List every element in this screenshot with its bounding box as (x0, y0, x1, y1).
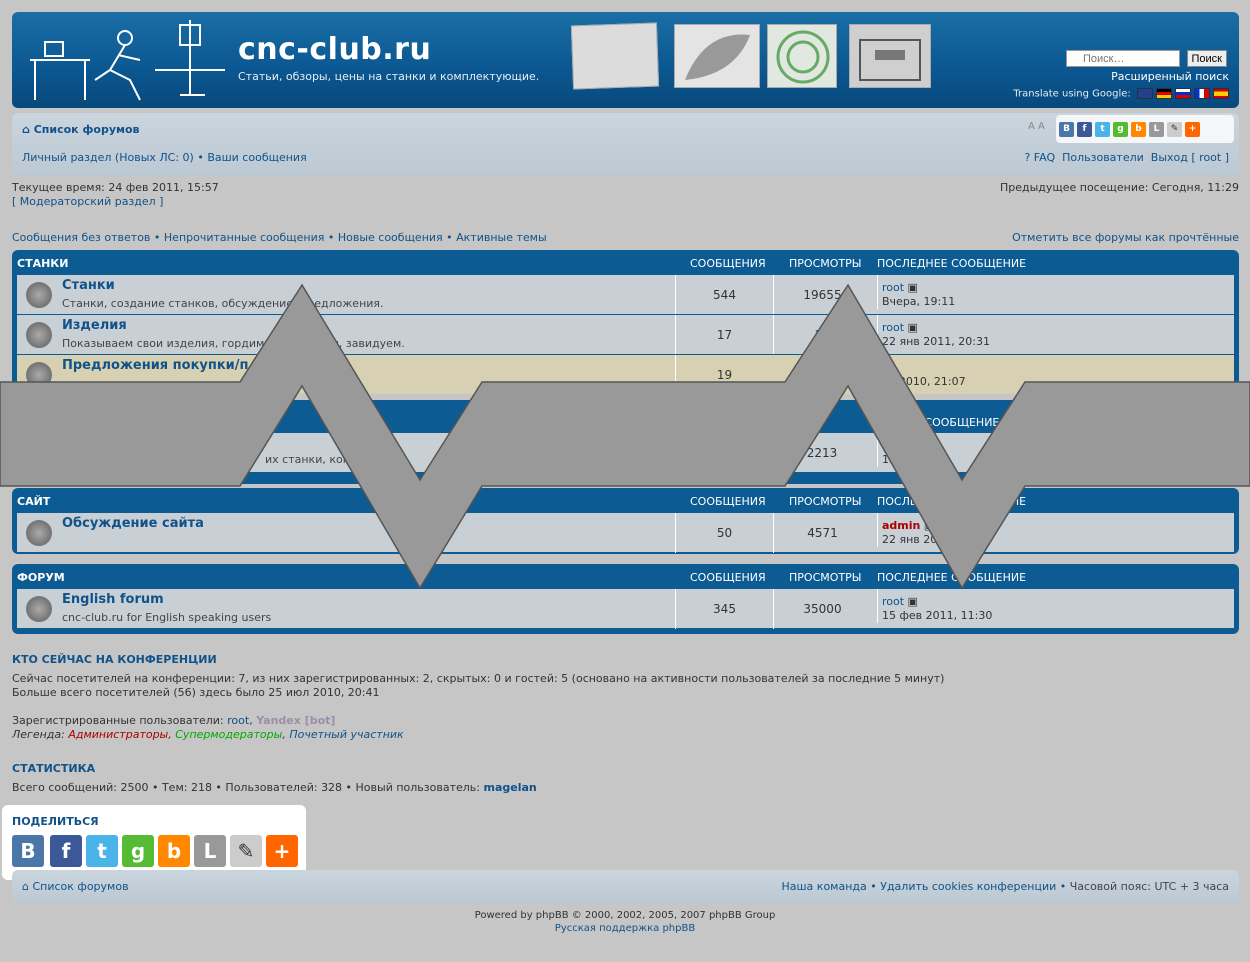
facebook-share-icon[interactable]: f (50, 835, 82, 867)
footer-nav: ⌂ Список форумов Наша команда • Удалить … (12, 870, 1239, 904)
vk-share-icon[interactable]: B (12, 835, 44, 867)
team-link[interactable]: Наша команда (781, 880, 866, 893)
whois-line2: Больше всего посетителей (56) здесь было… (12, 686, 380, 699)
google-share-icon[interactable]: g (122, 835, 154, 867)
liveinternet-share-icon[interactable]: L (194, 835, 226, 867)
footer-links: Наша команда • Удалить cookies конференц… (781, 880, 1229, 893)
stats-heading: СТАТИСТИКА (12, 762, 96, 775)
registered-users: Зарегистрированные пользователи: root, Y… (12, 714, 336, 727)
whois-heading: КТО СЕЙЧАС НА КОНФЕРЕНЦИИ (12, 653, 217, 666)
delete-cookies-link[interactable]: Удалить cookies конференции (880, 880, 1056, 893)
whois-line1: Сейчас посетителей на конференции: 7, из… (12, 672, 945, 685)
footer-forum-index[interactable]: Список форумов (32, 880, 128, 893)
livejournal-share-icon[interactable]: ✎ (230, 835, 262, 867)
stats-text: Всего сообщений: 2500 • Тем: 218 • Польз… (12, 781, 480, 794)
powered-by: Powered by phpBB © 2000, 2002, 2005, 200… (474, 910, 776, 921)
stats-line: Всего сообщений: 2500 • Тем: 218 • Польз… (12, 781, 537, 795)
blogger-share-icon[interactable]: b (158, 835, 190, 867)
twitter-share-icon[interactable]: t (86, 835, 118, 867)
timezone: Часовой пояс: UTC + 3 часа (1069, 880, 1229, 893)
legend-honored[interactable]: Почетный участник (289, 728, 403, 741)
legend-supermods[interactable]: Супермодераторы (175, 728, 282, 741)
legend-admins[interactable]: Администраторы (68, 728, 168, 741)
share-heading: ПОДЕЛИТЬСЯ (12, 815, 99, 828)
registered-label: Зарегистрированные пользователи: (12, 714, 224, 727)
newest-user-link[interactable]: magelan (484, 781, 537, 794)
legend-label: Легенда: (12, 728, 65, 741)
russian-support-link[interactable]: Русская поддержка phpBB (0, 923, 1250, 934)
share-panel: ПОДЕЛИТЬСЯ B f t g b L ✎ + (2, 805, 306, 880)
bot-link[interactable]: Yandex [bot] (256, 714, 335, 727)
footer-breadcrumb[interactable]: ⌂ Список форумов (22, 880, 129, 893)
user-link[interactable]: root (227, 714, 249, 727)
legend: Легенда: Администраторы, Супермодераторы… (12, 728, 404, 741)
more-share-icon[interactable]: + (266, 835, 298, 867)
